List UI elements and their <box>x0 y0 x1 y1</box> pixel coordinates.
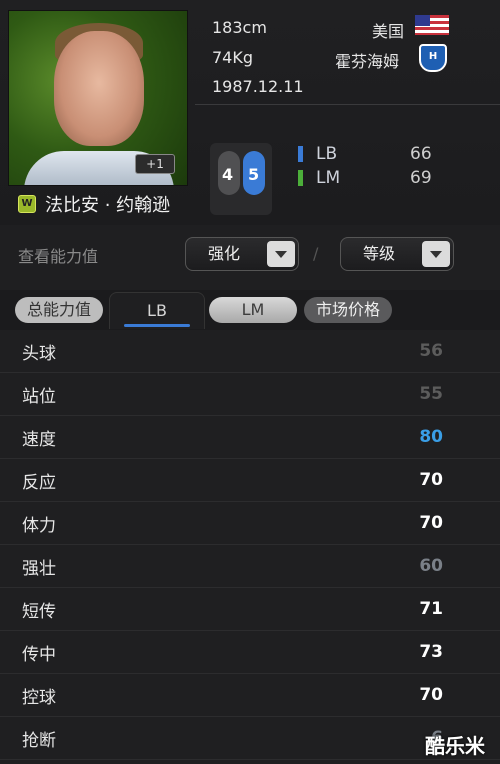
lb-position-marker <box>298 146 303 162</box>
us-flag-icon <box>415 15 449 35</box>
card-type-icon: W <box>18 195 36 213</box>
stat-name: 短传 <box>22 601 56 622</box>
stat-name: 反应 <box>22 472 56 493</box>
player-name-row: W 法比安 · 约翰逊 <box>18 192 170 216</box>
level-dropdown-label: 等级 <box>362 244 395 263</box>
stat-name: 传中 <box>22 644 56 665</box>
watermark-logo: 酷乐米 <box>425 734 485 758</box>
stat-name: 速度 <box>22 429 56 450</box>
view-ability-label: 查看能力值 <box>18 247 99 266</box>
stat-name: 体力 <box>22 515 56 536</box>
upgrade-level-badge: +1 <box>135 154 175 174</box>
player-weight: 74Kg <box>212 48 254 67</box>
level-dropdown[interactable]: 等级 <box>340 237 454 271</box>
stat-value: 60 <box>419 556 443 576</box>
stat-row: 传中 73 <box>0 631 500 674</box>
stat-value: 70 <box>419 685 443 705</box>
stat-value: 56 <box>419 341 443 361</box>
stat-value: 73 <box>419 642 443 662</box>
player-birthdate: 1987.12.11 <box>212 77 304 96</box>
enhance-dropdown[interactable]: 强化 <box>185 237 299 271</box>
tab-overall[interactable]: 总能力值 <box>15 297 103 323</box>
player-height: 183cm <box>212 18 267 37</box>
club-crest-icon: H <box>419 44 447 72</box>
stat-value: 70 <box>419 513 443 533</box>
dropdown-separator: / <box>313 244 319 263</box>
stat-value: 70 <box>419 470 443 490</box>
player-club: 霍芬海姆 <box>335 52 400 71</box>
stat-row: 强壮 60 <box>0 545 500 588</box>
chevron-down-icon[interactable] <box>422 241 450 267</box>
header-divider <box>195 104 500 105</box>
stat-row: 站位 55 <box>0 373 500 416</box>
stats-list: 头球 56 站位 55 速度 80 反应 70 体力 70 强壮 60 短传 71 传中 73 … <box>0 330 500 760</box>
stat-row: 控球 70 <box>0 674 500 717</box>
stat-name: 控球 <box>22 687 56 708</box>
chevron-down-icon[interactable] <box>267 241 295 267</box>
player-name: 法比安 · 约翰逊 <box>45 195 171 216</box>
tab-lm[interactable]: LM <box>209 297 297 323</box>
left-foot-value: 4 <box>222 165 234 184</box>
stat-value: 80 <box>419 427 443 447</box>
lm-position-marker <box>298 170 303 186</box>
stat-value: 55 <box>419 384 443 404</box>
tab-lb[interactable]: LB <box>109 292 205 329</box>
right-foot-value: 5 <box>248 165 260 184</box>
stat-row: 头球 56 <box>0 330 500 373</box>
stat-name: 站位 <box>22 386 56 407</box>
position-label-lb: LB <box>316 144 338 164</box>
stat-value: 71 <box>419 599 443 619</box>
position-value-lb: 66 <box>410 144 432 164</box>
stat-name: 抢断 <box>22 730 56 751</box>
position-value-lm: 69 <box>410 168 432 188</box>
position-label-lm: LM <box>316 168 341 188</box>
player-nation: 美国 <box>372 22 405 41</box>
stat-row: 短传 71 <box>0 588 500 631</box>
tab-market-price[interactable]: 市场价格 <box>304 297 392 323</box>
stat-name: 强壮 <box>22 558 56 579</box>
stat-name: 头球 <box>22 343 56 364</box>
stat-row: 反应 70 <box>0 459 500 502</box>
stat-row: 体力 70 <box>0 502 500 545</box>
foot-ability: 4 5 <box>210 143 272 215</box>
player-face <box>54 31 144 146</box>
stat-row: 速度 80 <box>0 416 500 459</box>
enhance-dropdown-label: 强化 <box>207 244 240 263</box>
